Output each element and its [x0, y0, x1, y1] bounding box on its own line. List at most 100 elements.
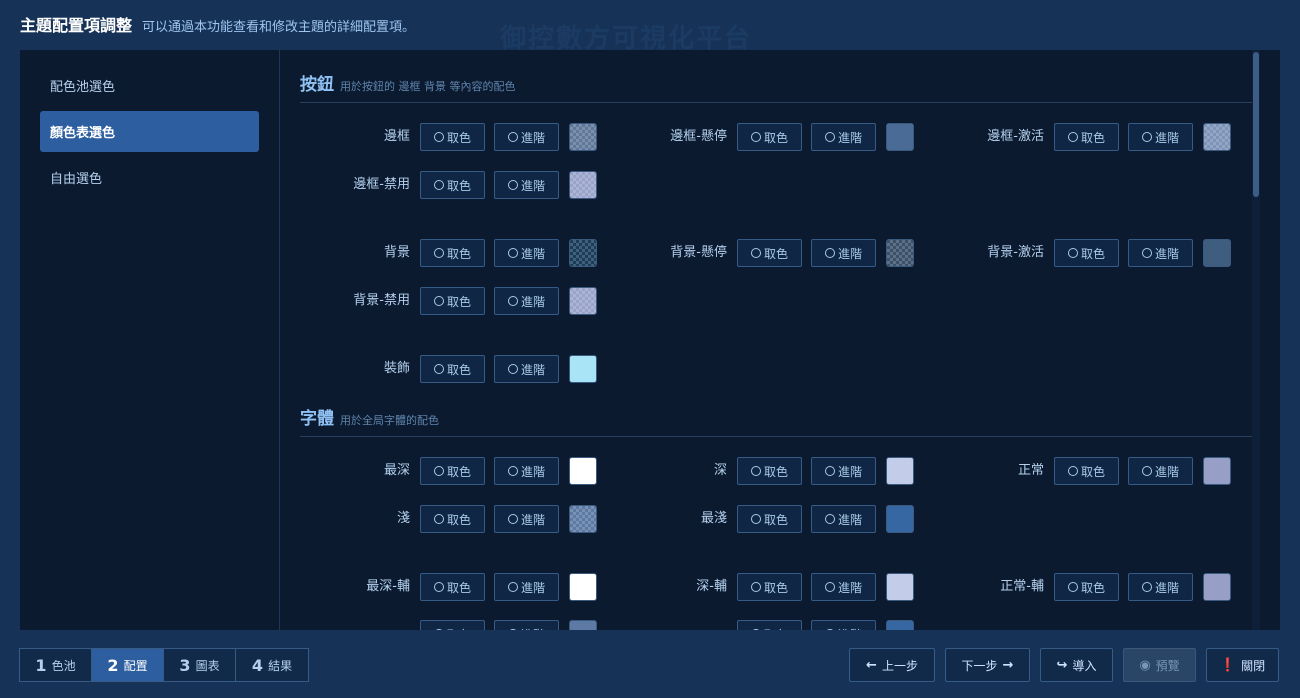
advanced-color-button[interactable]: 進階 [1128, 239, 1193, 267]
sidebar-item-pool-color[interactable]: 配色池選色 [40, 65, 259, 106]
advanced-color-button[interactable]: 進階 [494, 505, 559, 533]
advanced-color-button[interactable]: 進階 [494, 457, 559, 485]
next-step-button[interactable]: 下一步 → [945, 648, 1030, 682]
radio-icon [824, 466, 835, 476]
pick-color-button[interactable]: 取色 [1054, 123, 1119, 151]
button-label: 取色 [763, 580, 788, 595]
radio-icon [824, 582, 835, 592]
color-swatch[interactable] [569, 355, 597, 383]
color-swatch[interactable] [569, 239, 597, 267]
sidebar-item-label: 配色池選色 [50, 80, 116, 95]
button-label: 取色 [446, 464, 471, 479]
advanced-color-button[interactable]: 進階 [1128, 123, 1193, 151]
step-tab-config[interactable]: 2 配置 [92, 649, 164, 681]
advanced-color-button[interactable]: 進階 [494, 123, 559, 151]
advanced-color-button[interactable]: 進階 [811, 620, 876, 630]
advanced-color-button[interactable]: 進階 [811, 573, 876, 601]
radio-icon [507, 582, 518, 592]
color-swatch[interactable] [569, 123, 597, 151]
advanced-color-button[interactable]: 進階 [811, 239, 876, 267]
scrollbar-thumb[interactable] [1253, 52, 1259, 197]
color-swatch[interactable] [886, 573, 914, 601]
color-swatch[interactable] [886, 239, 914, 267]
prev-step-label: 上一步 [881, 658, 918, 673]
advanced-color-button[interactable]: 進階 [494, 239, 559, 267]
radio-icon [750, 629, 761, 630]
step-tab-result[interactable]: 4 結果 [236, 649, 308, 681]
color-swatch[interactable] [569, 573, 597, 601]
radio-icon [507, 629, 518, 630]
pick-color-button[interactable]: 取色 [1054, 239, 1119, 267]
pick-color-button[interactable]: 取色 [420, 123, 485, 151]
color-swatch[interactable] [1203, 457, 1231, 485]
color-swatch[interactable] [1203, 239, 1231, 267]
radio-icon [750, 248, 761, 258]
button-label: 進階 [1154, 464, 1179, 479]
section-title: 字體 [300, 409, 334, 429]
advanced-color-button[interactable]: 進階 [1128, 457, 1193, 485]
page-title: 主題配置項調整 [20, 16, 133, 35]
pick-color-button[interactable]: 取色 [1054, 457, 1119, 485]
radio-icon [433, 582, 444, 592]
pick-color-button[interactable]: 取色 [420, 239, 485, 267]
color-swatch[interactable] [886, 123, 914, 151]
advanced-color-button[interactable]: 進階 [494, 573, 559, 601]
color-row-label: 最淺 [700, 511, 727, 526]
button-label: 取色 [446, 294, 471, 309]
pick-color-button[interactable]: 取色 [737, 505, 802, 533]
color-swatch[interactable] [569, 620, 597, 630]
pick-color-button[interactable]: 取色 [420, 287, 485, 315]
advanced-color-button[interactable]: 進階 [811, 457, 876, 485]
pick-color-button[interactable]: 取色 [420, 457, 485, 485]
sidebar-item-table-color[interactable]: 顏色表選色 [40, 111, 259, 152]
color-swatch[interactable] [886, 505, 914, 533]
advanced-color-button[interactable]: 進階 [494, 171, 559, 199]
config-panel: 配色池選色 顏色表選色 自由選色 按鈕 用於按鈕的 邊框 背景 等內容的配色 字… [20, 50, 1280, 630]
radio-icon [750, 466, 761, 476]
advanced-color-button[interactable]: 進階 [811, 123, 876, 151]
advanced-color-button[interactable]: 進階 [494, 620, 559, 630]
import-button[interactable]: ↪ 導入 [1040, 648, 1113, 682]
color-swatch[interactable] [569, 287, 597, 315]
advanced-color-button[interactable]: 進階 [494, 287, 559, 315]
color-row-label: 邊框-禁用 [353, 177, 410, 192]
color-swatch[interactable] [886, 620, 914, 630]
pick-color-button[interactable]: 取色 [420, 573, 485, 601]
color-swatch[interactable] [1203, 573, 1231, 601]
pick-color-button[interactable]: 取色 [420, 505, 485, 533]
advanced-color-button[interactable]: 進階 [1128, 573, 1193, 601]
pick-color-button[interactable]: 取色 [1054, 573, 1119, 601]
color-swatch[interactable] [1203, 123, 1231, 151]
pick-color-button[interactable]: 取色 [420, 171, 485, 199]
step-number: 3 [179, 655, 191, 675]
button-label: 進階 [837, 580, 862, 595]
pick-color-button[interactable]: 取色 [737, 620, 802, 630]
pick-color-button[interactable]: 取色 [737, 573, 802, 601]
radio-icon [507, 248, 518, 258]
advanced-color-button[interactable]: 進階 [811, 505, 876, 533]
color-swatch[interactable] [569, 505, 597, 533]
color-swatch[interactable] [569, 457, 597, 485]
step-number: 1 [35, 655, 47, 675]
step-tab-chart[interactable]: 3 圖表 [164, 649, 236, 681]
sidebar-item-free-color[interactable]: 自由選色 [40, 157, 259, 198]
pick-color-button[interactable]: 取色 [420, 620, 485, 630]
button-label: 取色 [763, 130, 788, 145]
color-swatch[interactable] [569, 171, 597, 199]
preview-button[interactable]: ◉ 預覽 [1123, 648, 1196, 682]
vertical-scrollbar[interactable] [1252, 50, 1260, 630]
step-label: 結果 [268, 658, 293, 673]
color-swatch[interactable] [886, 457, 914, 485]
button-label: 進階 [520, 512, 545, 527]
pick-color-button[interactable]: 取色 [420, 355, 485, 383]
prev-step-button[interactable]: ← 上一步 [849, 648, 935, 682]
pick-color-button[interactable]: 取色 [737, 239, 802, 267]
pick-color-button[interactable]: 取色 [737, 457, 802, 485]
step-tab-pool[interactable]: 1 色池 [20, 649, 92, 681]
button-label: 取色 [1080, 580, 1105, 595]
close-button[interactable]: ❗ 關閉 [1206, 648, 1279, 682]
radio-icon [507, 132, 518, 142]
advanced-color-button[interactable]: 進階 [494, 355, 559, 383]
pick-color-button[interactable]: 取色 [737, 123, 802, 151]
radio-icon [824, 248, 835, 258]
